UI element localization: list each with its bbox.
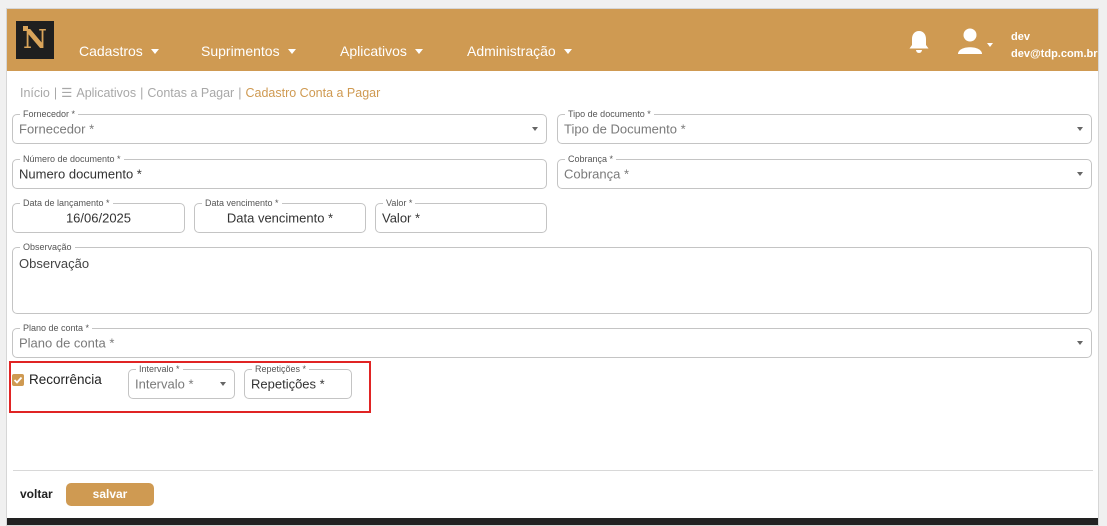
observacao-placeholder: Observação	[19, 256, 90, 271]
data-vencimento-input[interactable]: Data vencimento * Data vencimento *	[194, 198, 366, 233]
logo-dot	[23, 26, 28, 31]
fornecedor-select[interactable]: Fornecedor * Fornecedor *	[12, 109, 547, 144]
data-vencimento-label: Data vencimento *	[202, 198, 282, 208]
nav-administracao[interactable]: Administração	[467, 43, 572, 59]
plano-conta-select[interactable]: Plano de conta * Plano de conta *	[12, 323, 1092, 358]
repeticoes-input[interactable]: Repetições * Repetições *	[244, 364, 352, 399]
nav-suprimentos-label: Suprimentos	[201, 43, 280, 59]
breadcrumb-current: Cadastro Conta a Pagar	[245, 85, 381, 100]
tipo-documento-label: Tipo de documento *	[565, 109, 654, 119]
nav-suprimentos[interactable]: Suprimentos	[201, 43, 296, 59]
salvar-button[interactable]: salvar	[66, 483, 154, 506]
valor-label: Valor *	[383, 198, 416, 208]
dropdown-arrow-icon	[1077, 341, 1083, 345]
data-vencimento-placeholder: Data vencimento *	[226, 210, 334, 226]
tipo-documento-placeholder: Tipo de Documento *	[564, 121, 686, 137]
nav-aplicativos[interactable]: Aplicativos	[340, 43, 423, 59]
nav-cadastros[interactable]: Cadastros	[79, 43, 159, 59]
intervalo-select[interactable]: Intervalo * Intervalo *	[128, 364, 235, 399]
bottom-bar	[7, 518, 1098, 525]
footer-divider	[13, 470, 1093, 471]
recorrencia-checkbox[interactable]	[12, 374, 24, 386]
dropdown-arrow-icon	[532, 127, 538, 131]
menu-icon: ☰	[61, 86, 73, 100]
chevron-down-icon	[414, 48, 423, 54]
data-lancamento-label: Data de lançamento *	[20, 198, 113, 208]
voltar-button[interactable]: voltar	[20, 487, 53, 501]
app-frame: N Cadastros Suprimentos Aplicativos Admi…	[6, 8, 1099, 526]
numero-documento-label: Número de documento *	[20, 154, 124, 164]
repeticoes-placeholder: Repetições *	[251, 376, 325, 392]
breadcrumb-separator: |	[53, 85, 58, 100]
recorrencia-label[interactable]: Recorrência	[29, 372, 102, 387]
repeticoes-label: Repetições *	[252, 364, 310, 374]
breadcrumb-aplicativos[interactable]: Aplicativos	[76, 86, 136, 100]
fornecedor-placeholder: Fornecedor *	[19, 121, 95, 137]
dropdown-arrow-icon	[220, 382, 226, 386]
breadcrumb-contas[interactable]: Contas a Pagar	[147, 86, 234, 100]
breadcrumb-separator: |	[238, 85, 242, 100]
data-lancamento-value: 16/06/2025	[65, 210, 132, 226]
chevron-down-icon	[287, 48, 296, 54]
numero-documento-input[interactable]: Número de documento * Numero documento *	[12, 154, 547, 189]
user-name: dev	[1011, 31, 1030, 43]
cobranca-placeholder: Cobrança *	[564, 166, 630, 182]
breadcrumb-separator: |	[140, 85, 144, 100]
valor-input[interactable]: Valor * Valor *	[375, 198, 547, 233]
nav-cadastros-label: Cadastros	[79, 43, 143, 59]
nav-administracao-label: Administração	[467, 43, 556, 59]
intervalo-placeholder: Intervalo *	[135, 376, 194, 392]
dropdown-arrow-icon	[1077, 172, 1083, 176]
chevron-down-icon	[563, 48, 572, 54]
user-info: dev dev@tdp.com.br	[1011, 29, 1098, 63]
user-menu[interactable]	[957, 27, 997, 57]
breadcrumb: Início | ☰ Aplicativos | Contas a Pagar …	[20, 85, 381, 101]
numero-documento-placeholder: Numero documento *	[19, 166, 142, 182]
fornecedor-label: Fornecedor *	[20, 109, 79, 119]
plano-conta-placeholder: Plano de conta *	[19, 335, 115, 351]
data-lancamento-input[interactable]: Data de lançamento * 16/06/2025	[12, 198, 185, 233]
observacao-textarea[interactable]: Observação Observação	[12, 242, 1092, 314]
tipo-documento-select[interactable]: Tipo de documento * Tipo de Documento *	[557, 109, 1092, 144]
intervalo-label: Intervalo *	[136, 364, 183, 374]
bell-icon[interactable]	[907, 29, 931, 55]
observacao-label: Observação	[20, 242, 75, 252]
nav-aplicativos-label: Aplicativos	[340, 43, 407, 59]
breadcrumb-inicio[interactable]: Início	[20, 86, 50, 100]
plano-conta-label: Plano de conta *	[20, 323, 93, 333]
top-navbar: N Cadastros Suprimentos Aplicativos Admi…	[7, 9, 1098, 71]
app-logo[interactable]: N	[16, 21, 54, 59]
check-icon	[13, 376, 23, 384]
cobranca-select[interactable]: Cobrança * Cobrança *	[557, 154, 1092, 189]
user-email: dev@tdp.com.br	[1011, 48, 1098, 60]
cobranca-label: Cobrança *	[565, 154, 617, 164]
dropdown-arrow-icon	[1077, 127, 1083, 131]
valor-placeholder: Valor *	[382, 210, 421, 226]
chevron-down-icon	[150, 48, 159, 54]
